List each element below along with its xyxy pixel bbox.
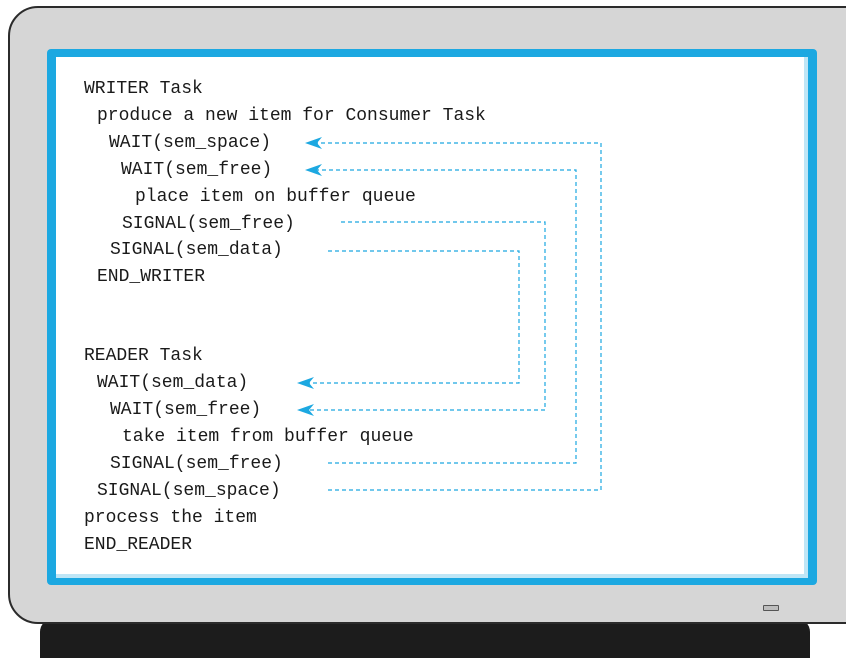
reader-signal-sem-space: SIGNAL(sem_space)	[97, 481, 281, 501]
writer-task-title: WRITER Task	[84, 79, 203, 99]
writer-wait-sem-free: WAIT(sem_free)	[121, 160, 273, 180]
reader-process-item-line: process the item	[84, 508, 257, 528]
monitor-stand	[40, 618, 810, 658]
writer-end: END_WRITER	[97, 267, 206, 287]
reader-take-item-line: take item from buffer queue	[122, 427, 414, 447]
writer-signal-sem-data: SIGNAL(sem_data)	[110, 240, 283, 260]
reader-wait-sem-free: WAIT(sem_free)	[110, 400, 262, 420]
power-indicator-icon	[763, 605, 779, 611]
reader-task-title: READER Task	[84, 346, 203, 366]
reader-wait-sem-data: WAIT(sem_data)	[97, 373, 249, 393]
writer-signal-sem-free: SIGNAL(sem_free)	[122, 214, 295, 234]
writer-wait-sem-space: WAIT(sem_space)	[109, 133, 272, 153]
writer-place-item-line: place item on buffer queue	[135, 187, 416, 207]
writer-produce-line: produce a new item for Consumer Task	[97, 106, 486, 126]
reader-signal-sem-free: SIGNAL(sem_free)	[110, 454, 283, 474]
reader-end: END_READER	[84, 535, 193, 555]
